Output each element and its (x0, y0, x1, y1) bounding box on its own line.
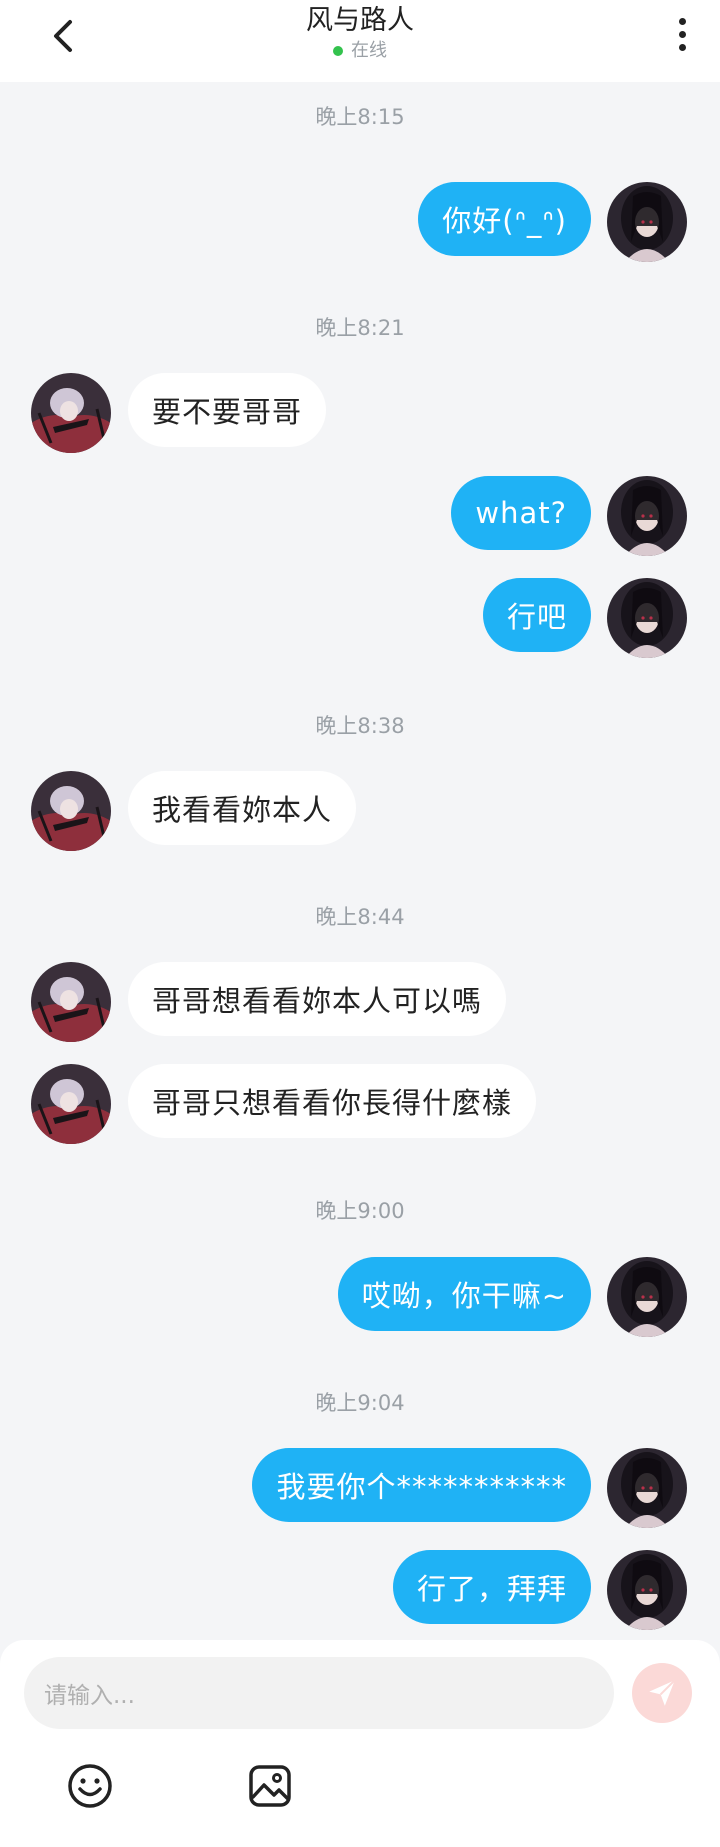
avatar-girl-image (607, 1550, 687, 1630)
avatar-girl-image (607, 476, 687, 556)
smiley-icon (68, 1764, 112, 1808)
timestamp: 晚上8:21 (315, 316, 405, 340)
incoming-message[interactable]: 哥哥只想看看你長得什麼樣 (128, 1064, 537, 1138)
timestamp: 晚上8:38 (315, 714, 405, 738)
my-avatar[interactable] (607, 1257, 687, 1337)
incoming-message[interactable]: 我看看妳本人 (128, 771, 357, 845)
contact-name: 风与路人 (306, 5, 414, 36)
more-options-button[interactable] (670, 14, 694, 54)
timestamp: 晚上9:04 (315, 1391, 405, 1415)
image-button[interactable] (244, 1760, 296, 1812)
my-avatar[interactable] (607, 182, 687, 262)
avatar-girl-image (607, 578, 687, 658)
emoji-button[interactable] (64, 1760, 116, 1812)
timestamp: 晚上8:44 (315, 905, 405, 929)
message-input[interactable]: 请输入... (24, 1657, 614, 1729)
contact-avatar[interactable] (31, 771, 111, 851)
chat-header: 风与路人 在线 (0, 0, 720, 82)
my-avatar[interactable] (607, 1448, 687, 1528)
outgoing-message[interactable]: what? (451, 476, 591, 550)
incoming-message[interactable]: 要不要哥哥 (128, 373, 327, 447)
contact-avatar[interactable] (31, 373, 111, 453)
avatar-boy-image (31, 962, 111, 1042)
avatar-girl-image (607, 182, 687, 262)
send-icon (649, 1679, 676, 1706)
outgoing-message[interactable]: 哎呦，你干嘛~ (337, 1257, 591, 1331)
contact-info: 风与路人 在线 (0, 4, 720, 62)
timestamp: 晚上8:15 (315, 105, 405, 129)
more-vertical-icon-dot (678, 30, 686, 38)
avatar-girl-image (607, 1448, 687, 1528)
more-vertical-icon (678, 17, 686, 25)
my-avatar[interactable] (607, 1550, 687, 1630)
online-status-label: 在线 (351, 40, 387, 61)
avatar-girl-image (607, 1257, 687, 1337)
my-avatar[interactable] (607, 578, 687, 658)
outgoing-message[interactable]: 行吧 (482, 578, 591, 652)
image-icon (249, 1765, 291, 1807)
outgoing-message[interactable]: 你好(ᐢ_ᐢ) (418, 182, 591, 256)
contact-avatar[interactable] (31, 962, 111, 1042)
more-vertical-icon-dot (678, 43, 686, 51)
avatar-boy-image (31, 373, 111, 453)
composer: 请输入... (0, 1640, 720, 1847)
send-button[interactable] (632, 1663, 692, 1723)
outgoing-message[interactable]: 行了，拜拜 (392, 1550, 591, 1624)
online-dot-icon (333, 46, 343, 56)
incoming-message[interactable]: 哥哥想看看妳本人可以嗎 (128, 962, 507, 1036)
my-avatar[interactable] (607, 476, 687, 556)
online-status: 在线 (333, 40, 387, 62)
avatar-boy-image (31, 771, 111, 851)
contact-avatar[interactable] (31, 1064, 111, 1144)
outgoing-message[interactable]: 我要你个*********** (252, 1448, 591, 1522)
avatar-boy-image (31, 1064, 111, 1144)
timestamp: 晚上9:00 (315, 1199, 405, 1223)
